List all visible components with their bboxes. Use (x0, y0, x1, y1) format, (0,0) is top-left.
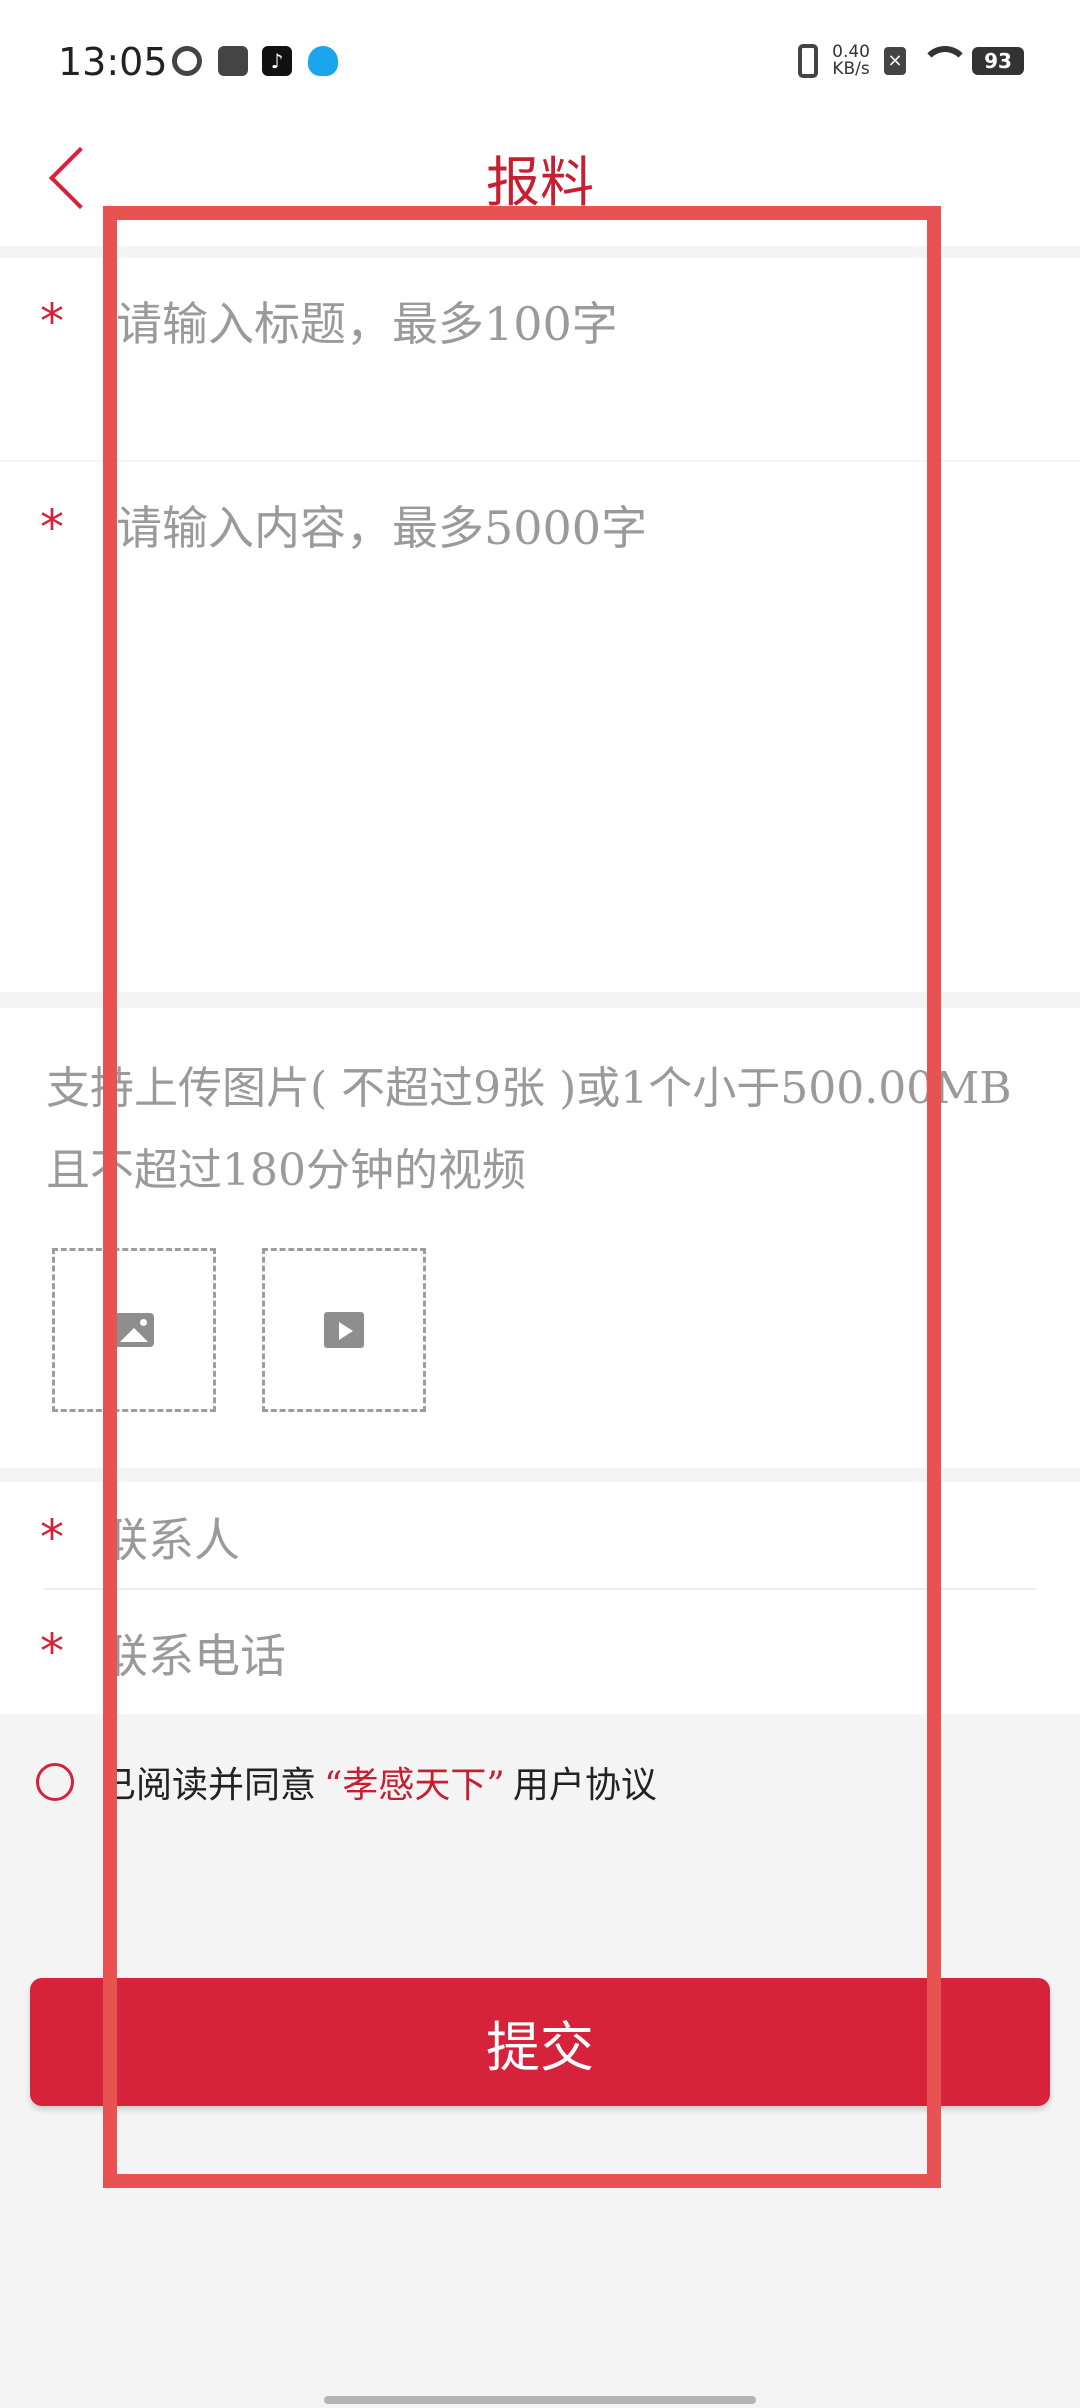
tiktok-icon: ♪ (262, 46, 292, 76)
required-mark: * (40, 1510, 64, 1566)
submit-button[interactable]: 提交 (30, 1978, 1050, 2106)
header: 报料 (0, 128, 1080, 246)
net-speed-unit: KB/s (832, 59, 870, 79)
upload-block: 支持上传图片( 不超过9张 )或1个小于500.00MB且不超过180分钟的视频 (0, 1008, 1080, 1468)
net-speed: 0.40 KB/s (832, 44, 870, 78)
home-indicator[interactable] (324, 2396, 756, 2404)
contact-block: * 联系人 * 联系电话 (0, 1482, 1080, 1714)
contact-name-input[interactable]: 联系人 (102, 1504, 240, 1570)
wifi-icon (920, 46, 970, 76)
qq-icon (308, 46, 338, 76)
vibrate-icon (798, 44, 819, 78)
battery-icon: 93 (972, 47, 1024, 75)
agreement-suffix: 用户协议 (512, 1765, 657, 1806)
agreement-row: 已阅读并同意 “孝感天下” 用户协议 (36, 1756, 657, 1808)
required-mark: * (40, 1624, 64, 1680)
title-field-block: * 请输入标题，最多100字 (0, 258, 1080, 460)
agree-radio[interactable] (36, 1763, 74, 1801)
status-right: 0.40 KB/s × 93 (798, 44, 1024, 78)
upload-note: 支持上传图片( 不超过9张 )或1个小于500.00MB且不超过180分钟的视频 (46, 1063, 1012, 1196)
image-icon (114, 1313, 154, 1347)
close-notification-icon: × (884, 47, 906, 75)
divider (44, 1588, 1036, 1590)
title-input[interactable]: 请输入标题，最多100字 (116, 288, 618, 354)
video-icon (324, 1312, 364, 1348)
upload-video-button[interactable] (262, 1248, 426, 1412)
page-title: 报料 (486, 151, 594, 214)
mail-icon (218, 46, 248, 76)
app-icon (166, 40, 208, 82)
agreement-text: 已阅读并同意 (100, 1765, 317, 1806)
report-page: 13:05 ♪ 0.40 KB/s × 93 报料 * 请输入标题，最多100字… (0, 0, 1080, 2408)
upload-image-button[interactable] (52, 1248, 216, 1412)
content-field-block: * 请输入内容，最多5000字 (0, 462, 1080, 992)
required-mark: * (40, 500, 64, 556)
contact-phone-input[interactable]: 联系电话 (102, 1620, 286, 1686)
agreement-link[interactable]: “孝感天下” (324, 1756, 505, 1808)
status-bar: 13:05 ♪ 0.40 KB/s × 93 (0, 0, 1080, 128)
content-textarea[interactable]: 请输入内容，最多5000字 (116, 492, 647, 558)
status-time: 13:05 (58, 40, 168, 84)
required-mark: * (40, 294, 64, 350)
